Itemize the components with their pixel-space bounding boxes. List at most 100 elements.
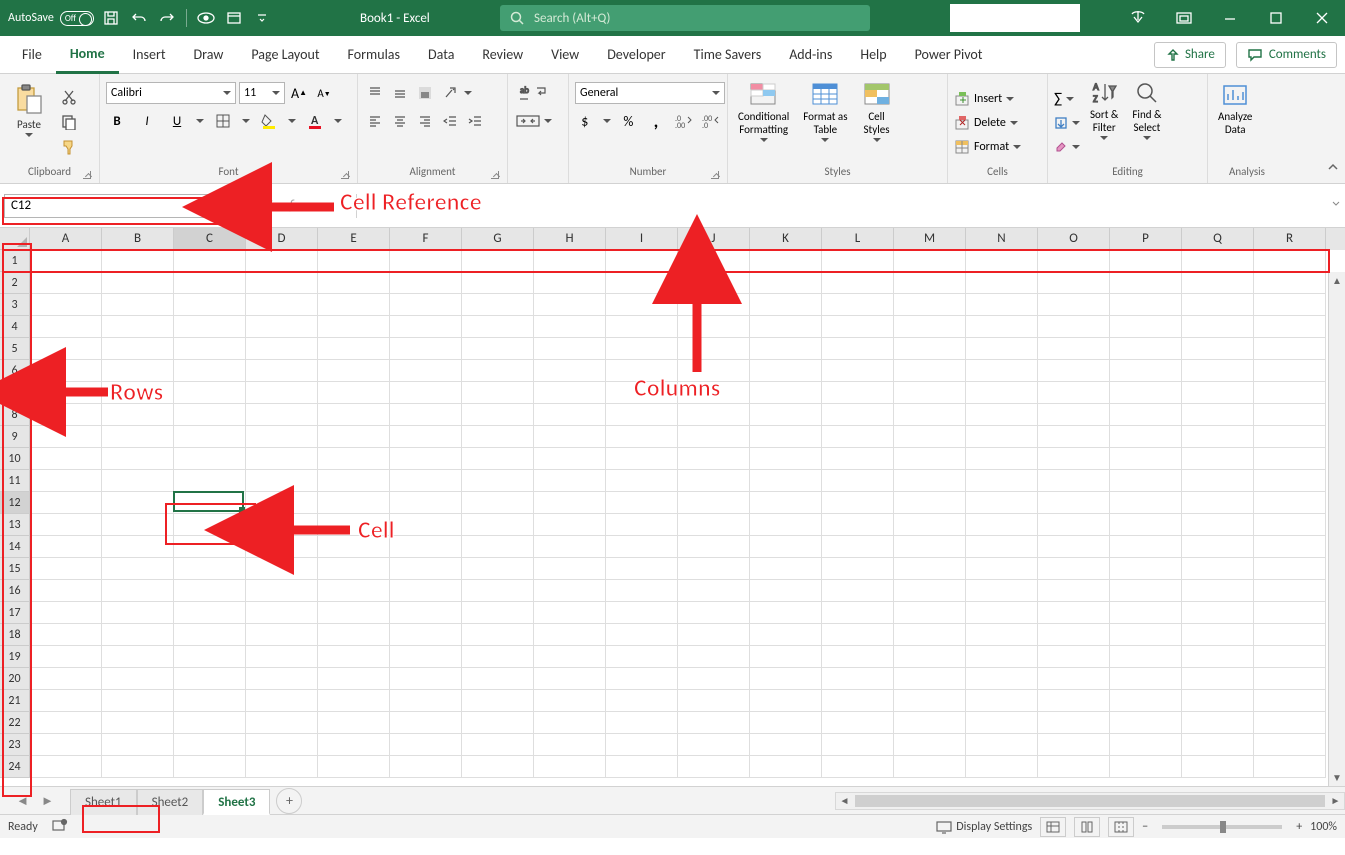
format-as-table-button[interactable]: Format as Table (799, 78, 851, 165)
increase-font-icon[interactable]: A▲ (288, 82, 310, 104)
cell-O6[interactable] (1038, 360, 1110, 382)
cell-P6[interactable] (1110, 360, 1182, 382)
cell-R19[interactable] (1254, 646, 1326, 668)
cut-icon[interactable] (58, 86, 80, 108)
cell-O11[interactable] (1038, 470, 1110, 492)
cell-Q4[interactable] (1182, 316, 1254, 338)
row-header-8[interactable]: 8 (0, 404, 30, 426)
cell-L18[interactable] (822, 624, 894, 646)
cell-C10[interactable] (174, 448, 246, 470)
cell-J12[interactable] (678, 492, 750, 514)
cell-D11[interactable] (246, 470, 318, 492)
cell-G7[interactable] (462, 382, 534, 404)
cell-D21[interactable] (246, 690, 318, 712)
cell-K18[interactable] (750, 624, 822, 646)
cell-C14[interactable] (174, 536, 246, 558)
cell-M16[interactable] (894, 580, 966, 602)
cell-M9[interactable] (894, 426, 966, 448)
column-header-D[interactable]: D (246, 228, 318, 250)
name-box[interactable]: C12 (4, 194, 216, 218)
cell-I10[interactable] (606, 448, 678, 470)
cell-D17[interactable] (246, 602, 318, 624)
cell-A17[interactable] (30, 602, 102, 624)
cell-E24[interactable] (318, 756, 390, 778)
comma-format-icon[interactable]: , (646, 110, 666, 132)
cell-M24[interactable] (894, 756, 966, 778)
cell-P8[interactable] (1110, 404, 1182, 426)
cell-J1[interactable] (678, 250, 750, 272)
cell-B21[interactable] (102, 690, 174, 712)
cell-P2[interactable] (1110, 272, 1182, 294)
tab-home[interactable]: Home (56, 36, 119, 74)
column-header-K[interactable]: K (750, 228, 822, 250)
cell-R17[interactable] (1254, 602, 1326, 624)
save-icon[interactable] (100, 7, 122, 29)
eye-icon[interactable] (195, 7, 217, 29)
cell-H15[interactable] (534, 558, 606, 580)
tab-insert[interactable]: Insert (119, 36, 180, 74)
cell-P7[interactable] (1110, 382, 1182, 404)
cell-R13[interactable] (1254, 514, 1326, 536)
cell-F9[interactable] (390, 426, 462, 448)
tab-time-savers[interactable]: Time Savers (680, 36, 776, 74)
cell-A1[interactable] (30, 250, 102, 272)
cell-R12[interactable] (1254, 492, 1326, 514)
row-header-6[interactable]: 6 (0, 360, 30, 382)
cell-Q15[interactable] (1182, 558, 1254, 580)
cell-H11[interactable] (534, 470, 606, 492)
horizontal-scrollbar[interactable]: ◄► (835, 792, 1345, 810)
analyze-data-button[interactable]: Analyze Data (1214, 78, 1256, 165)
cell-O15[interactable] (1038, 558, 1110, 580)
cell-R5[interactable] (1254, 338, 1326, 360)
accounting-format-icon[interactable]: $ (575, 110, 595, 132)
cell-P11[interactable] (1110, 470, 1182, 492)
cell-K17[interactable] (750, 602, 822, 624)
cell-E12[interactable] (318, 492, 390, 514)
cell-J19[interactable] (678, 646, 750, 668)
cell-K5[interactable] (750, 338, 822, 360)
cell-B17[interactable] (102, 602, 174, 624)
tab-add-ins[interactable]: Add-ins (775, 36, 846, 74)
cell-K3[interactable] (750, 294, 822, 316)
cell-M18[interactable] (894, 624, 966, 646)
row-header-21[interactable]: 21 (0, 690, 30, 712)
cell-B3[interactable] (102, 294, 174, 316)
cell-F1[interactable] (390, 250, 462, 272)
cell-O16[interactable] (1038, 580, 1110, 602)
cell-D19[interactable] (246, 646, 318, 668)
column-header-I[interactable]: I (606, 228, 678, 250)
tab-developer[interactable]: Developer (593, 36, 679, 74)
cell-C12[interactable] (174, 492, 246, 514)
cell-B8[interactable] (102, 404, 174, 426)
cell-L16[interactable] (822, 580, 894, 602)
cell-B23[interactable] (102, 734, 174, 756)
cell-G10[interactable] (462, 448, 534, 470)
cell-B4[interactable] (102, 316, 174, 338)
cell-E15[interactable] (318, 558, 390, 580)
cell-L5[interactable] (822, 338, 894, 360)
column-header-Q[interactable]: Q (1182, 228, 1254, 250)
cell-L13[interactable] (822, 514, 894, 536)
align-middle-icon[interactable] (389, 82, 411, 104)
cell-J15[interactable] (678, 558, 750, 580)
cell-B12[interactable] (102, 492, 174, 514)
cell-N22[interactable] (966, 712, 1038, 734)
cell-F13[interactable] (390, 514, 462, 536)
cell-N1[interactable] (966, 250, 1038, 272)
decrease-font-icon[interactable]: A▼ (313, 82, 335, 104)
cell-H14[interactable] (534, 536, 606, 558)
cell-P21[interactable] (1110, 690, 1182, 712)
formula-input[interactable] (356, 194, 1327, 218)
cell-J8[interactable] (678, 404, 750, 426)
cell-G13[interactable] (462, 514, 534, 536)
cell-K22[interactable] (750, 712, 822, 734)
cell-Q23[interactable] (1182, 734, 1254, 756)
cell-M22[interactable] (894, 712, 966, 734)
cell-Q11[interactable] (1182, 470, 1254, 492)
cell-K10[interactable] (750, 448, 822, 470)
cell-O19[interactable] (1038, 646, 1110, 668)
cell-C3[interactable] (174, 294, 246, 316)
cell-O23[interactable] (1038, 734, 1110, 756)
cell-C20[interactable] (174, 668, 246, 690)
tab-page-layout[interactable]: Page Layout (237, 36, 333, 74)
